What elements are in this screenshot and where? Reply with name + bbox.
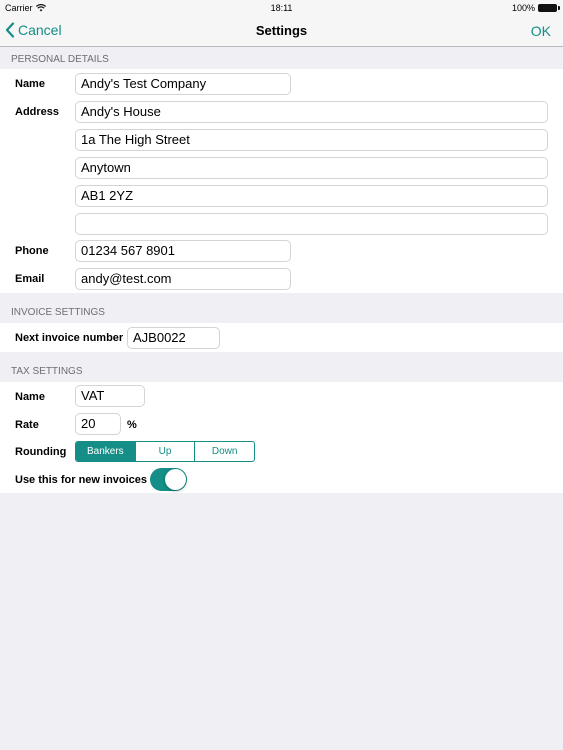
battery-icon <box>538 4 560 12</box>
battery-indicator: 100% <box>511 3 560 13</box>
next-invoice-label: Next invoice number <box>15 332 124 344</box>
email-label: Email <box>15 273 45 285</box>
address-line-4-input[interactable]: AB1 2YZ <box>75 185 548 207</box>
use-for-new-invoices-toggle[interactable] <box>150 468 187 491</box>
name-label: Name <box>15 78 45 90</box>
clock: 18:11 <box>270 3 293 13</box>
address-label: Address <box>15 106 60 118</box>
rounding-segmented-control: Bankers Up Down <box>75 441 255 462</box>
company-name-input[interactable]: Andy's Test Company <box>75 73 291 95</box>
navigation-bar: Cancel Settings OK <box>0 16 563 46</box>
ok-button[interactable]: OK <box>531 23 551 39</box>
phone-label: Phone <box>15 245 49 257</box>
tax-name-label: Name <box>15 391 45 403</box>
address-line-1-input[interactable]: Andy's House <box>75 101 548 123</box>
address-line-3-input[interactable]: Anytown <box>75 157 548 179</box>
rounding-option-down[interactable]: Down <box>194 442 254 461</box>
section-header-invoice: INVOICE SETTINGS <box>11 307 105 318</box>
phone-input[interactable]: 01234 567 8901 <box>75 240 291 262</box>
rounding-option-bankers[interactable]: Bankers <box>76 442 135 461</box>
email-input[interactable]: andy@test.com <box>75 268 291 290</box>
next-invoice-number-input[interactable]: AJB0022 <box>127 327 220 349</box>
section-header-personal: PERSONAL DETAILS <box>11 54 109 65</box>
address-line-5-input[interactable] <box>75 213 548 235</box>
page-title: Settings <box>255 23 308 38</box>
invoice-settings-section: Next invoice number AJB0022 <box>0 323 563 352</box>
address-line-2-input[interactable]: 1a The High Street <box>75 129 548 151</box>
personal-details-section: Name Andy's Test Company Address Andy's … <box>0 69 563 293</box>
rate-label: Rate <box>15 419 39 431</box>
section-header-tax: TAX SETTINGS <box>11 366 83 377</box>
battery-percent: 100% <box>511 3 535 13</box>
tax-settings-section: Name VAT Rate 20 % Rounding Bankers Up D… <box>0 382 563 493</box>
tax-name-input[interactable]: VAT <box>75 385 145 407</box>
top-bar: Carrier 18:11 100% Cancel Settings OK <box>0 0 563 47</box>
use-for-new-invoices-label: Use this for new invoices <box>15 474 148 486</box>
toggle-knob <box>165 469 186 490</box>
rounding-option-up[interactable]: Up <box>134 442 195 461</box>
rate-unit: % <box>127 419 137 431</box>
rounding-label: Rounding <box>15 446 67 458</box>
rate-input[interactable]: 20 <box>75 413 121 435</box>
status-bar: Carrier 18:11 100% <box>0 0 563 16</box>
